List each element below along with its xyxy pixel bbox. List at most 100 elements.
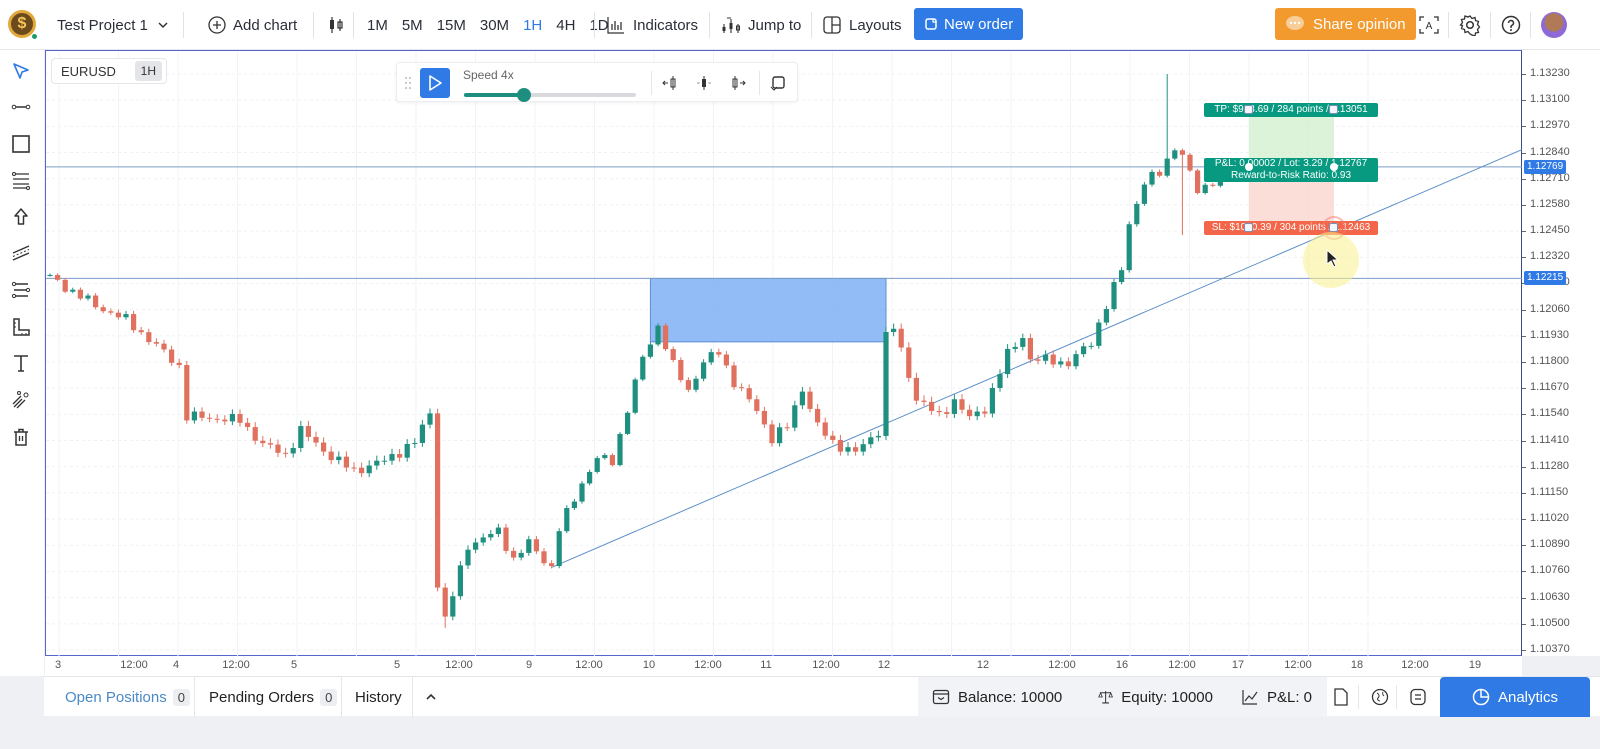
price-tick-label: 1.13230 [1530,67,1570,79]
speed-slider-knob[interactable] [517,88,532,102]
help-icon [1501,15,1521,35]
candle-bear [397,454,403,458]
chart-type-button[interactable] [328,10,344,40]
mouse-cursor-icon [1326,248,1340,272]
timeframe-4h[interactable]: 4H [556,17,575,34]
ruler-icon [13,318,30,336]
time-axis[interactable]: 3 12:00 4 12:00 5 5 12:00 9 12:00 10 12:00 11 12:00 1… [45,656,1522,676]
reward-risk-text: Reward-to-Risk Ratio: 0.93 [1230,170,1352,182]
text-tool[interactable] [8,350,34,376]
price-line-badge[interactable]: 1.12769 [1524,159,1567,174]
drag-handle-icon[interactable] [404,76,412,90]
play-button[interactable] [420,68,450,98]
step-forward-icon[interactable] [729,74,747,92]
time-tick-label: 12:00 [1168,659,1196,671]
add-chart-button[interactable]: Add chart [208,10,297,40]
tab-pending-orders[interactable]: Pending Orders 0 [209,685,338,709]
candle-bear [685,380,691,390]
chart-pane[interactable]: EURUSD 1H Speed 4x TP: $923.69 / 284 poi… [45,50,1522,656]
cursor-icon [13,63,29,79]
candlestick-chart[interactable] [46,51,1522,656]
candle-bull [495,527,501,534]
symbol-legend[interactable]: EURUSD 1H [51,58,167,84]
timeframe-15m[interactable]: 15M [437,17,466,34]
timeframe-1d[interactable]: 1D [589,17,608,34]
analytics-button[interactable]: Analytics [1440,677,1590,717]
price-line-badge[interactable]: 1.12215 [1524,271,1567,286]
price-tick-label: 1.10890 [1530,538,1570,551]
candle-bear [1027,338,1033,360]
timeframe-1m[interactable]: 1M [367,17,388,34]
step-back-icon[interactable] [661,74,679,92]
tab-open-positions[interactable]: Open Positions 0 [65,685,190,709]
rectangle-tool[interactable] [8,131,34,157]
candle-bull [1088,345,1094,347]
price-tick-label: 1.12970 [1530,119,1570,132]
bottom-panel-bar: Open Positions 0 Pending Orders 0 Histor… [44,676,1600,717]
parallel-lines-tool[interactable] [8,277,34,303]
layouts-button[interactable]: Layouts [823,10,902,40]
news-button[interactable] [1371,685,1389,709]
share-opinion-button[interactable]: Share opinion [1275,8,1416,40]
notes-button[interactable] [1333,685,1349,709]
timeframe-5m[interactable]: 5M [402,17,423,34]
candle-bull [997,374,1003,388]
candle-bull [951,399,957,414]
price-tick [1522,257,1526,259]
sl-left-handle[interactable] [1244,223,1253,233]
layouts-label: Layouts [849,16,902,34]
pnl-label[interactable]: P&L: 0.00002 / Lot: 3.29 / 1.12767 Reward… [1204,158,1378,183]
list-icon [1410,688,1426,706]
fibonacci-tool[interactable] [8,167,34,193]
time-tick-label: 18 [1350,659,1364,671]
auto-scale-button[interactable]: A [1418,10,1440,40]
indicators-button[interactable]: Indicators [607,10,698,40]
candle-bull [693,378,699,390]
stop-loss-label[interactable]: SL: $1000.39 / 304 points / 1.12463 [1204,221,1378,236]
timeframe-30m[interactable]: 30M [480,17,509,34]
time-tick-label: 17 [1231,659,1245,671]
arrow-tool[interactable] [8,204,34,230]
price-tick-label: 1.12320 [1530,250,1570,263]
candle-bull [412,442,418,444]
candle-bull [655,325,661,345]
channel-tool[interactable] [8,240,34,266]
trend-line[interactable] [551,149,1522,568]
candle-bull [974,411,980,417]
new-order-button[interactable]: New order [914,8,1024,40]
timeframe-1h[interactable]: 1H [523,17,542,34]
supply-zone-rectangle[interactable] [649,277,887,343]
brush-tool[interactable] [8,387,34,413]
candle-bull [47,274,53,276]
tp-left-handle[interactable] [1244,105,1253,115]
tab-history[interactable]: History [355,685,402,709]
help-button[interactable] [1501,10,1521,40]
exit-replay-icon[interactable] [769,74,787,92]
ruler-tool[interactable] [8,314,34,340]
calendar-button[interactable] [1409,685,1427,709]
candle-bull [465,549,471,566]
speed-slider[interactable] [464,88,636,102]
price-axis[interactable]: 1.13230 1.13100 1.12970 1.12840 1.12710 1.125… [1522,50,1600,656]
candle-bear [913,377,919,401]
tp-right-handle[interactable] [1329,105,1338,115]
price-tick-label: 1.12060 [1530,302,1570,315]
cursor-tool[interactable] [8,58,34,84]
user-avatar[interactable] [1541,12,1567,38]
step-center-icon[interactable] [695,74,713,92]
expand-panel-button[interactable] [424,685,438,709]
project-selector[interactable]: Test Project 1 [57,10,170,40]
candle-bull [526,539,532,553]
trend-line-tool[interactable] [8,94,34,120]
candle-bull [617,433,623,466]
candle-bear [214,418,220,420]
price-tick-label: 1.10370 [1530,643,1570,655]
price-tick [1522,231,1526,233]
jump-to-button[interactable]: Jump to [721,10,801,40]
take-profit-label[interactable]: TP: $923.69 / 284 points / 1.13051 [1204,103,1378,118]
delete-tool[interactable] [8,424,34,450]
candle-bear [62,279,68,292]
candle-bear [761,410,767,425]
price-tick-label: 1.11670 [1530,381,1569,394]
settings-button[interactable] [1459,10,1481,40]
